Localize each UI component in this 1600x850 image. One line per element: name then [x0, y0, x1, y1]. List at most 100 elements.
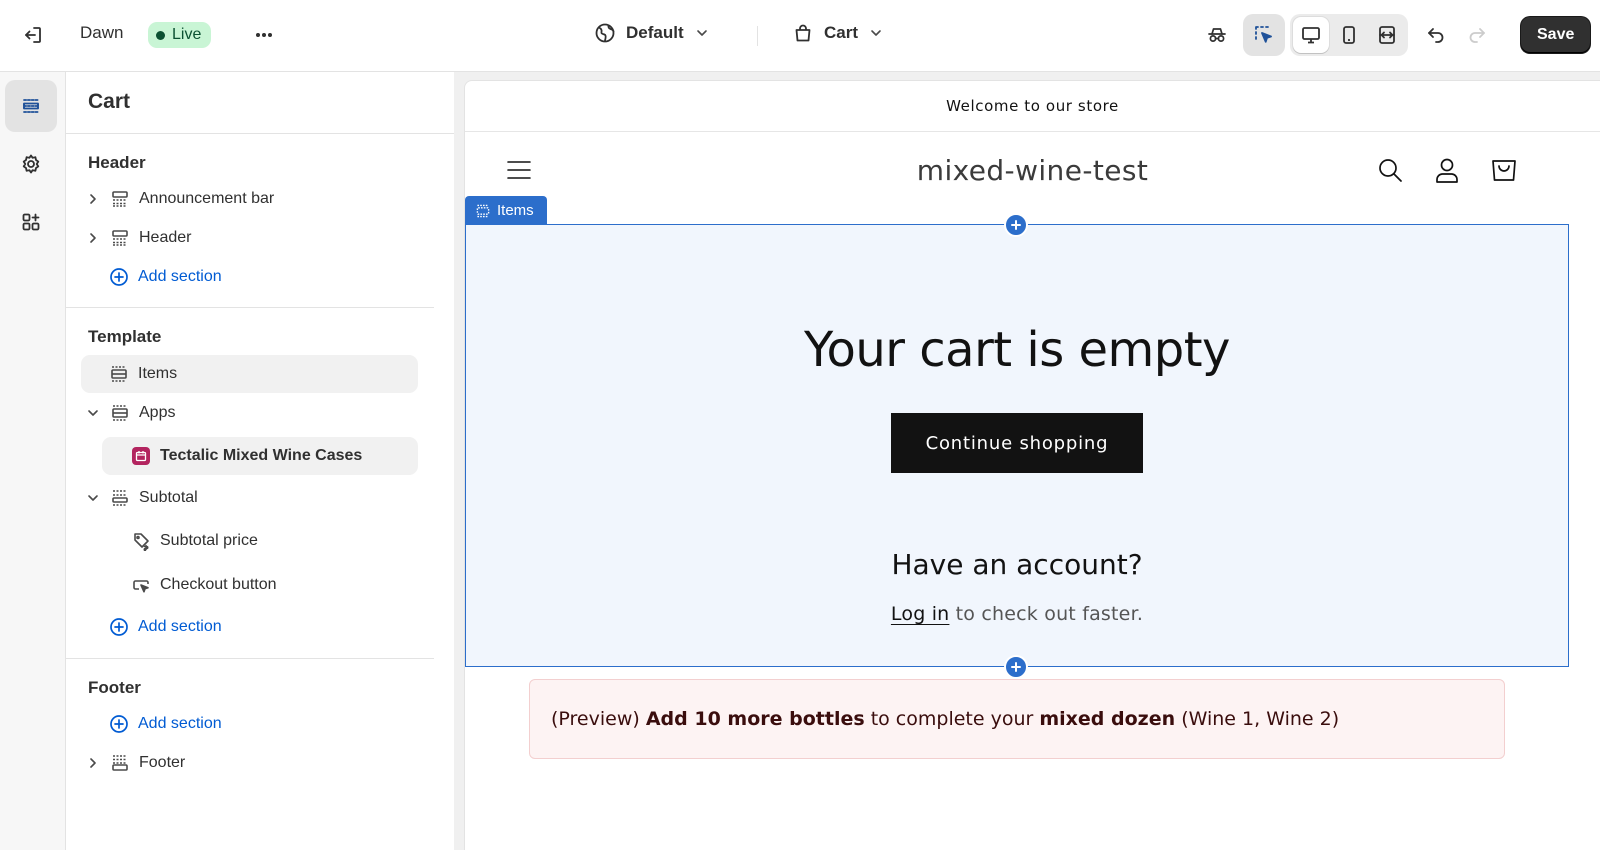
more-actions-icon[interactable]	[246, 17, 282, 53]
app-calendar-icon	[130, 445, 152, 467]
context-select-label: Default	[626, 23, 684, 42]
chevron-right-icon[interactable]	[83, 753, 103, 773]
sidebar-resize-gutter	[454, 72, 464, 850]
section-layout-icon	[476, 204, 490, 217]
template-select-label: Cart	[824, 23, 859, 42]
tree-item-label: Subtotal price	[160, 532, 258, 549]
store-preview-frame: Welcome to our store mixed-wine-test You…	[464, 72, 1600, 850]
device-preview-group	[1290, 14, 1408, 56]
tree-item-announcement-bar[interactable]: Announcement bar	[83, 180, 274, 218]
chevron-down-icon	[696, 30, 707, 36]
tree-item-label: Header	[139, 229, 192, 246]
tree-item-footer[interactable]: Footer	[83, 744, 185, 782]
group-divider	[66, 658, 434, 659]
tree-item-label: Items	[138, 365, 178, 382]
editor-rail	[0, 72, 66, 850]
announcement-bar[interactable]: Welcome to our store	[465, 81, 1600, 132]
full-width-view-icon[interactable]	[1369, 17, 1405, 53]
empty-cart-title: Your cart is empty	[804, 322, 1230, 378]
save-button[interactable]: Save	[1521, 17, 1591, 53]
template-add-section-link[interactable]: Add section	[108, 608, 222, 646]
live-label: Live	[172, 26, 202, 43]
topbar-divider	[757, 26, 758, 46]
globe-icon	[595, 23, 615, 43]
storefront: Welcome to our store mixed-wine-test You…	[464, 80, 1600, 850]
sidebar-divider	[66, 133, 454, 134]
sections-sidebar: Cart Header Announcement bar Header Add …	[66, 72, 454, 850]
context-select[interactable]: Default	[594, 22, 710, 44]
tree-item-items[interactable]: Items	[81, 355, 418, 393]
login-prompt-text: to check out faster.	[949, 603, 1144, 625]
add-section-above-icon[interactable]	[1004, 213, 1028, 237]
chevron-down-icon[interactable]	[83, 403, 103, 423]
login-prompt: Log in to check out faster.	[466, 603, 1568, 625]
store-logo[interactable]: mixed-wine-test	[465, 154, 1600, 187]
undo-icon[interactable]	[1418, 17, 1454, 53]
section-layout-icon	[109, 487, 131, 509]
items-section[interactable]: Your cart is empty Continue shopping Hav…	[465, 224, 1569, 667]
exit-icon[interactable]	[15, 17, 51, 53]
inspector-toggle[interactable]	[1243, 14, 1285, 56]
tree-item-label: Announcement bar	[139, 190, 275, 207]
template-select[interactable]: Cart	[792, 22, 884, 44]
banner-mid: to complete your	[864, 708, 1040, 730]
tree-item-app-block[interactable]: Tectalic Mixed Wine Cases	[102, 437, 418, 475]
add-section-label: Add section	[138, 268, 222, 285]
live-dot-icon	[156, 30, 165, 40]
chevron-right-icon[interactable]	[83, 189, 103, 209]
add-section-below-icon[interactable]	[1004, 655, 1028, 679]
theme-settings-icon[interactable]	[5, 138, 57, 190]
incognito-icon[interactable]	[1199, 17, 1235, 53]
redo-icon[interactable]	[1459, 17, 1495, 53]
shopping-bag-icon	[795, 24, 811, 42]
account-icon[interactable]	[1433, 156, 1461, 184]
tree-item-checkout-button[interactable]: Checkout button	[130, 566, 277, 604]
chevron-down-icon	[871, 30, 881, 36]
tree-item-apps[interactable]: Apps	[83, 394, 175, 432]
continue-shopping-button[interactable]: Continue shopping	[891, 413, 1143, 473]
section-layout-icon	[109, 402, 131, 424]
tree-item-header[interactable]: Header	[83, 219, 191, 257]
selected-section-tag[interactable]: Items	[465, 196, 547, 225]
template-group-title: Template	[88, 327, 162, 346]
footer-group-title: Footer	[88, 678, 141, 697]
search-icon[interactable]	[1376, 156, 1404, 184]
mobile-view-icon[interactable]	[1331, 17, 1367, 53]
desktop-view-icon[interactable]	[1293, 17, 1329, 53]
tree-item-label: Checkout button	[160, 576, 277, 593]
account-heading: Have an account?	[891, 548, 1143, 581]
tree-item-label: Tectalic Mixed Wine Cases	[160, 447, 363, 464]
cursor-select-icon	[1255, 26, 1272, 43]
plus-circle-icon	[108, 713, 130, 735]
login-link[interactable]: Log in	[891, 603, 950, 625]
banner-prefix: (Preview)	[551, 708, 646, 730]
sidebar-title: Cart	[88, 90, 131, 113]
plus-circle-icon	[108, 266, 130, 288]
cart-icon[interactable]	[1490, 156, 1518, 184]
sections-icon[interactable]	[5, 80, 57, 132]
plus-circle-icon	[108, 616, 130, 638]
tree-item-subtotal-price[interactable]: Subtotal price	[130, 522, 258, 560]
banner-bold-dozen: mixed dozen	[1039, 708, 1176, 730]
group-divider	[66, 307, 434, 308]
tree-item-label: Subtotal	[139, 489, 198, 506]
section-layout-icon	[109, 227, 131, 249]
live-status-badge: Live	[148, 22, 212, 48]
tree-item-label: Footer	[139, 754, 186, 771]
section-layout-icon	[109, 752, 131, 774]
header-add-section-link[interactable]: Add section	[108, 258, 222, 296]
add-section-label: Add section	[138, 715, 222, 732]
store-header[interactable]: mixed-wine-test	[465, 132, 1600, 217]
add-section-label: Add section	[138, 618, 222, 635]
mixed-case-preview-banner[interactable]: (Preview) Add 10 more bottles to complet…	[529, 679, 1505, 759]
section-tag-label: Items	[497, 202, 534, 219]
chevron-right-icon[interactable]	[83, 228, 103, 248]
top-bar: Dawn Live Default Cart Save	[0, 0, 1600, 72]
app-embeds-icon[interactable]	[5, 196, 57, 248]
chevron-down-icon[interactable]	[83, 488, 103, 508]
banner-suffix: (Wine 1, Wine 2)	[1175, 708, 1340, 730]
section-layout-icon	[108, 363, 130, 385]
tree-item-subtotal[interactable]: Subtotal	[83, 479, 198, 517]
banner-bold-bottles: Add 10 more bottles	[645, 708, 865, 730]
footer-add-section-link[interactable]: Add section	[108, 705, 222, 743]
